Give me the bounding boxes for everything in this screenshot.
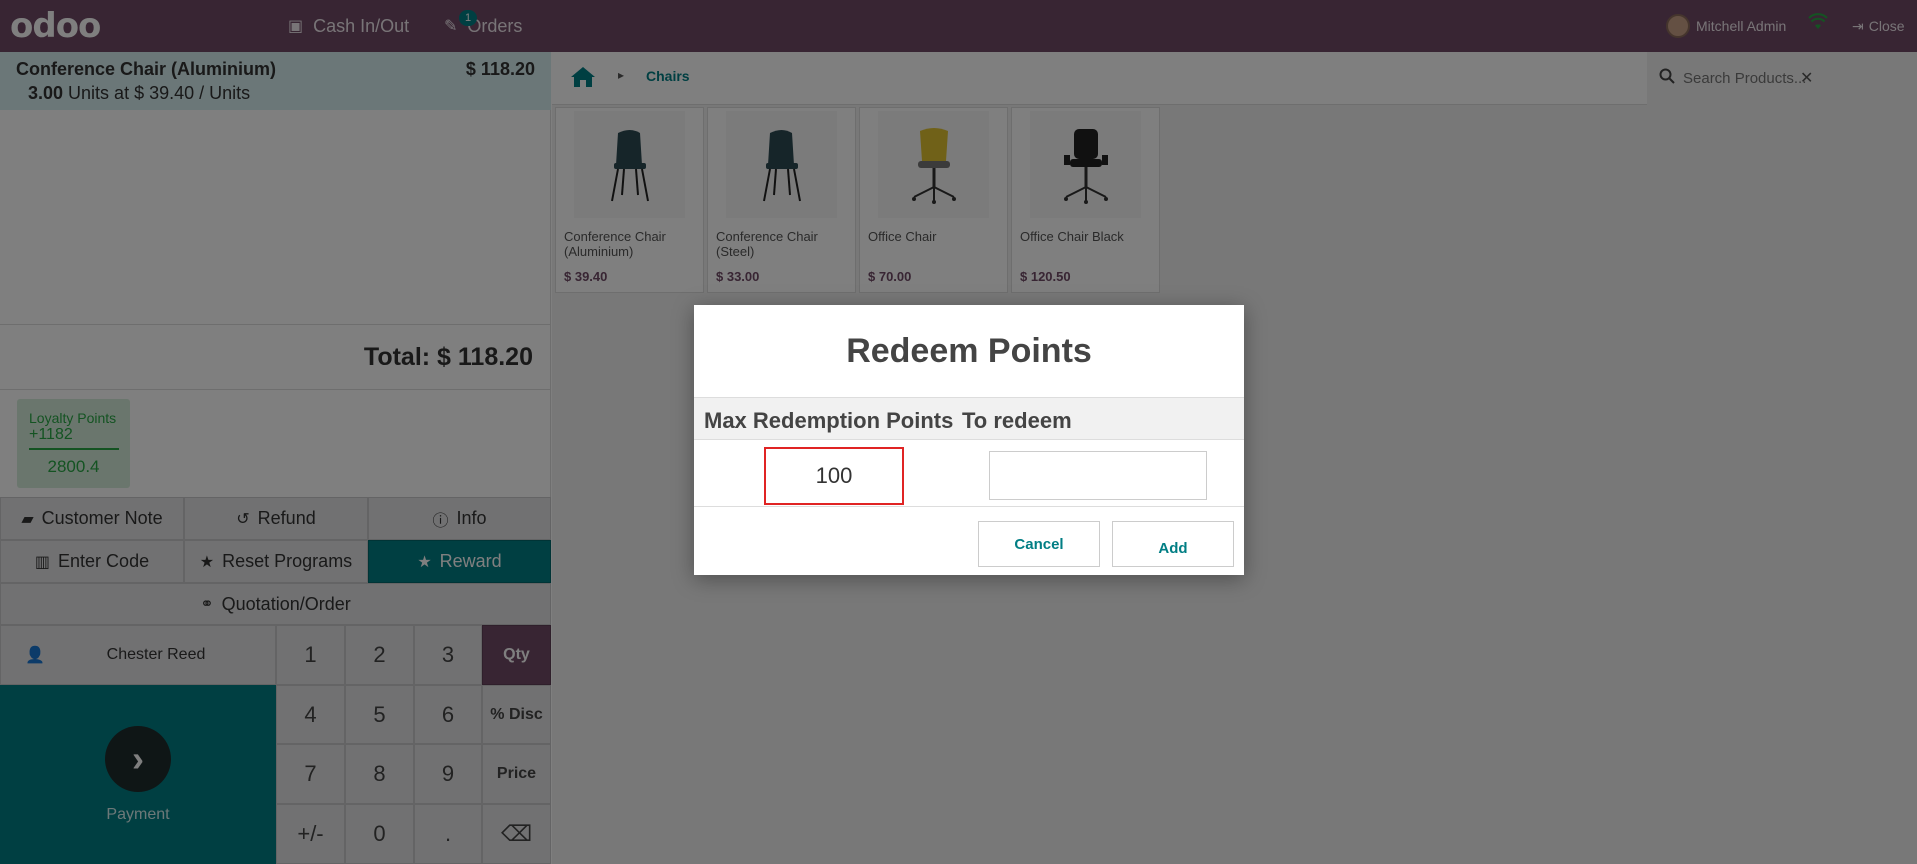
- dialog-title: Redeem Points: [694, 305, 1244, 398]
- to-redeem-header: To redeem: [962, 408, 1072, 433]
- cancel-button[interactable]: Cancel: [978, 521, 1100, 567]
- dialog-table-header: Max Redemption Points To redeem: [694, 398, 1244, 440]
- to-redeem-input[interactable]: [989, 451, 1207, 500]
- redeem-points-dialog: Redeem Points Max Redemption Points To r…: [694, 305, 1244, 575]
- dialog-footer: Cancel Add: [694, 506, 1244, 575]
- add-button[interactable]: Add: [1112, 521, 1234, 567]
- max-redemption-header: Max Redemption Points: [704, 408, 954, 433]
- max-redemption-value: 100: [764, 447, 904, 505]
